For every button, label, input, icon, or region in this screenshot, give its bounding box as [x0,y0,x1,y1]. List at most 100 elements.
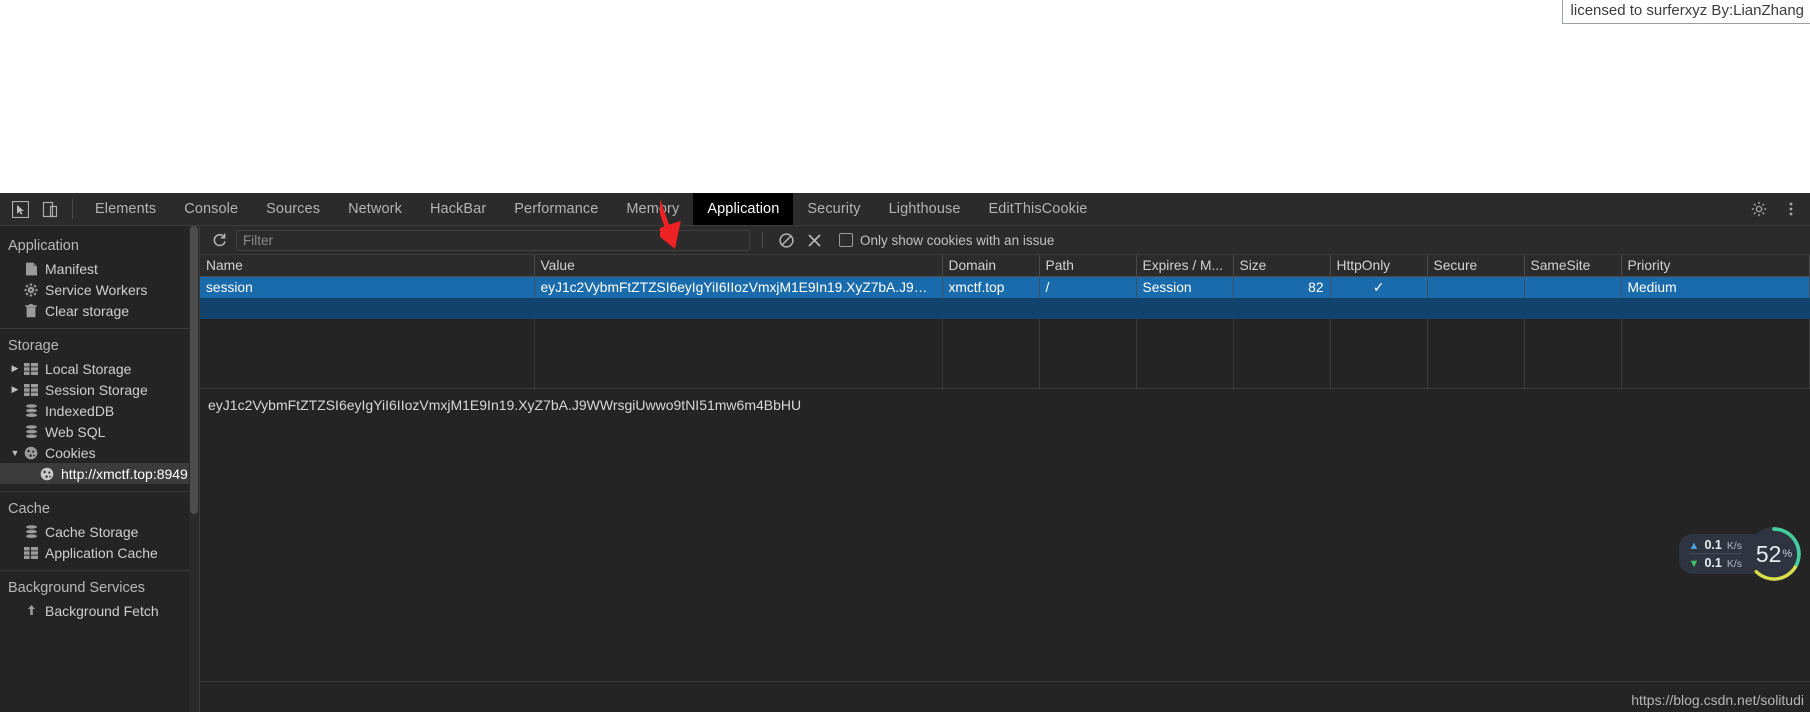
column-header-httponly[interactable]: HttpOnly [1330,255,1428,277]
cell-name[interactable]: session [200,276,535,298]
delete-selected-cookie-icon[interactable] [803,229,825,251]
device-toolbar-icon[interactable] [40,199,60,219]
cell-priority[interactable]: Medium [1621,276,1810,298]
sidebar-item-indexeddb[interactable]: IndexedDB [0,400,199,421]
filler-cell [1233,298,1331,319]
cell-samesite[interactable] [1524,276,1622,298]
column-header-value[interactable]: Value [534,255,943,277]
cookies-panel-footer [200,681,1810,712]
table-grid-icon [22,362,40,375]
empty-cell [1524,382,1622,388]
empty-cell [1233,319,1331,340]
column-header-priority[interactable]: Priority [1621,255,1810,277]
sidebar-item-manifest[interactable]: Manifest [0,258,199,279]
inspect-element-icon[interactable] [10,199,30,219]
cell-value[interactable]: eyJ1c2VybmFtZTZSI6eyIgYiI6IIozVmxjM1E9In… [534,276,943,298]
only-show-cookies-with-issue-label: Only show cookies with an issue [860,232,1055,248]
tab-sources[interactable]: Sources [252,193,334,225]
toolbar-separator [762,232,763,248]
sidebar-item-session-storage[interactable]: ▶ Session Storage [0,379,199,400]
empty-cell [1330,319,1428,340]
tab-performance[interactable]: Performance [500,193,612,225]
devtools-tabstrip-actions [1748,193,1810,225]
empty-cell [534,340,943,361]
empty-cell [1524,319,1622,340]
sidebar-item-clear-storage[interactable]: Clear storage [0,300,199,321]
empty-cell [1524,361,1622,382]
refresh-icon[interactable] [208,229,230,251]
sidebar-item-local-storage[interactable]: ▶ Local Storage [0,358,199,379]
column-header-size[interactable]: Size [1233,255,1331,277]
manifest-document-icon [22,262,40,276]
empty-cell [1136,340,1234,361]
sidebar-item-web-sql[interactable]: Web SQL [0,421,199,442]
sidebar-item-cookie-origin[interactable]: http://xmctf.top:8949 [0,463,199,484]
empty-cell [1039,361,1137,382]
tab-editthiscookie[interactable]: EditThisCookie [975,193,1102,225]
column-header-path[interactable]: Path [1039,255,1137,277]
tab-elements[interactable]: Elements [81,193,170,225]
clear-all-cookies-icon[interactable] [775,229,797,251]
empty-cell [534,361,943,382]
tab-hackbar[interactable]: HackBar [416,193,500,225]
cookie-value-preview: eyJ1c2VybmFtZTZSI6eyIgYiI6IIozVmxjM1E9In… [200,389,1810,681]
filler-cell [200,298,943,319]
screenshot-root: licensed to surferxyz By:LianZhang Eleme… [0,0,1810,712]
devtools-body: Application Manifest Service Workers Cle… [0,226,1810,712]
cell-size[interactable]: 82 [1233,276,1331,298]
database-icon [22,403,40,418]
sidebar-section-background-services-title: Background Services [8,580,146,596]
more-options-icon[interactable] [1780,198,1802,220]
only-show-cookies-with-issue-checkbox[interactable]: Only show cookies with an issue [839,233,1054,248]
sidebar-section-cache-title: Cache [8,501,50,517]
sidebar-item-service-workers[interactable]: Service Workers [0,279,199,300]
table-row-filler [200,298,1810,319]
browser-page-area: licensed to surferxyz By:LianZhang [0,0,1810,193]
settings-gear-icon[interactable] [1748,198,1770,220]
empty-cell [1233,361,1331,382]
cell-expires[interactable]: Session [1136,276,1234,298]
cell-domain[interactable]: xmctf.top [942,276,1040,298]
application-sidebar: Application Manifest Service Workers Cle… [0,226,200,712]
empty-cell [1136,361,1234,382]
column-header-domain[interactable]: Domain [942,255,1040,277]
sidebar-item-cache-storage[interactable]: Cache Storage [0,521,199,542]
table-row[interactable]: session eyJ1c2VybmFtZTZSI6eyIgYiI6IIozVm… [200,276,1810,298]
sidebar-item-background-fetch[interactable]: Background Fetch [0,600,199,621]
tab-application[interactable]: Application [693,193,794,225]
empty-cell [1233,382,1331,388]
cell-path[interactable]: / [1039,276,1137,298]
sidebar-scrollbar-track[interactable] [189,226,199,712]
sidebar-item-cookies[interactable]: ▼ Cookies [0,442,199,463]
cookies-toolbar: Filter Only show cookies with an issue [200,226,1810,255]
column-header-secure[interactable]: Secure [1427,255,1525,277]
cookie-filter-input[interactable]: Filter [236,229,750,251]
sidebar-section-application-title: Application [8,238,79,254]
sidebar-item-label: Background Fetch [45,602,159,619]
blog-watermark: https://blog.csdn.net/solitudi [1631,692,1804,708]
column-header-name[interactable]: Name [200,255,535,277]
filler-cell [1427,298,1525,319]
sidebar-scrollbar-thumb[interactable] [190,226,198,514]
cookies-table-header-row: Name Value Domain Path Expires / M... Si… [200,255,1810,277]
tab-console[interactable]: Console [170,193,252,225]
devtools-tool-buttons [0,193,64,225]
cell-secure[interactable] [1427,276,1525,298]
tab-lighthouse[interactable]: Lighthouse [875,193,975,225]
empty-cell [1039,340,1137,361]
column-header-samesite[interactable]: SameSite [1524,255,1622,277]
cell-httponly[interactable]: ✓ [1330,276,1428,298]
chevron-right-icon[interactable]: ▶ [8,363,22,374]
tab-memory[interactable]: Memory [612,193,693,225]
column-header-expires[interactable]: Expires / M... [1136,255,1234,277]
database-icon [22,524,40,539]
tab-security[interactable]: Security [793,193,874,225]
sidebar-item-application-cache[interactable]: Application Cache [0,542,199,563]
table-row-empty [200,382,1810,388]
sidebar-item-label: Local Storage [45,360,132,377]
chevron-right-icon[interactable]: ▶ [8,384,22,395]
clear-storage-trash-icon [22,303,40,318]
tab-network[interactable]: Network [334,193,416,225]
chevron-down-icon[interactable]: ▼ [8,448,22,458]
checkbox-box-icon[interactable] [839,233,853,247]
